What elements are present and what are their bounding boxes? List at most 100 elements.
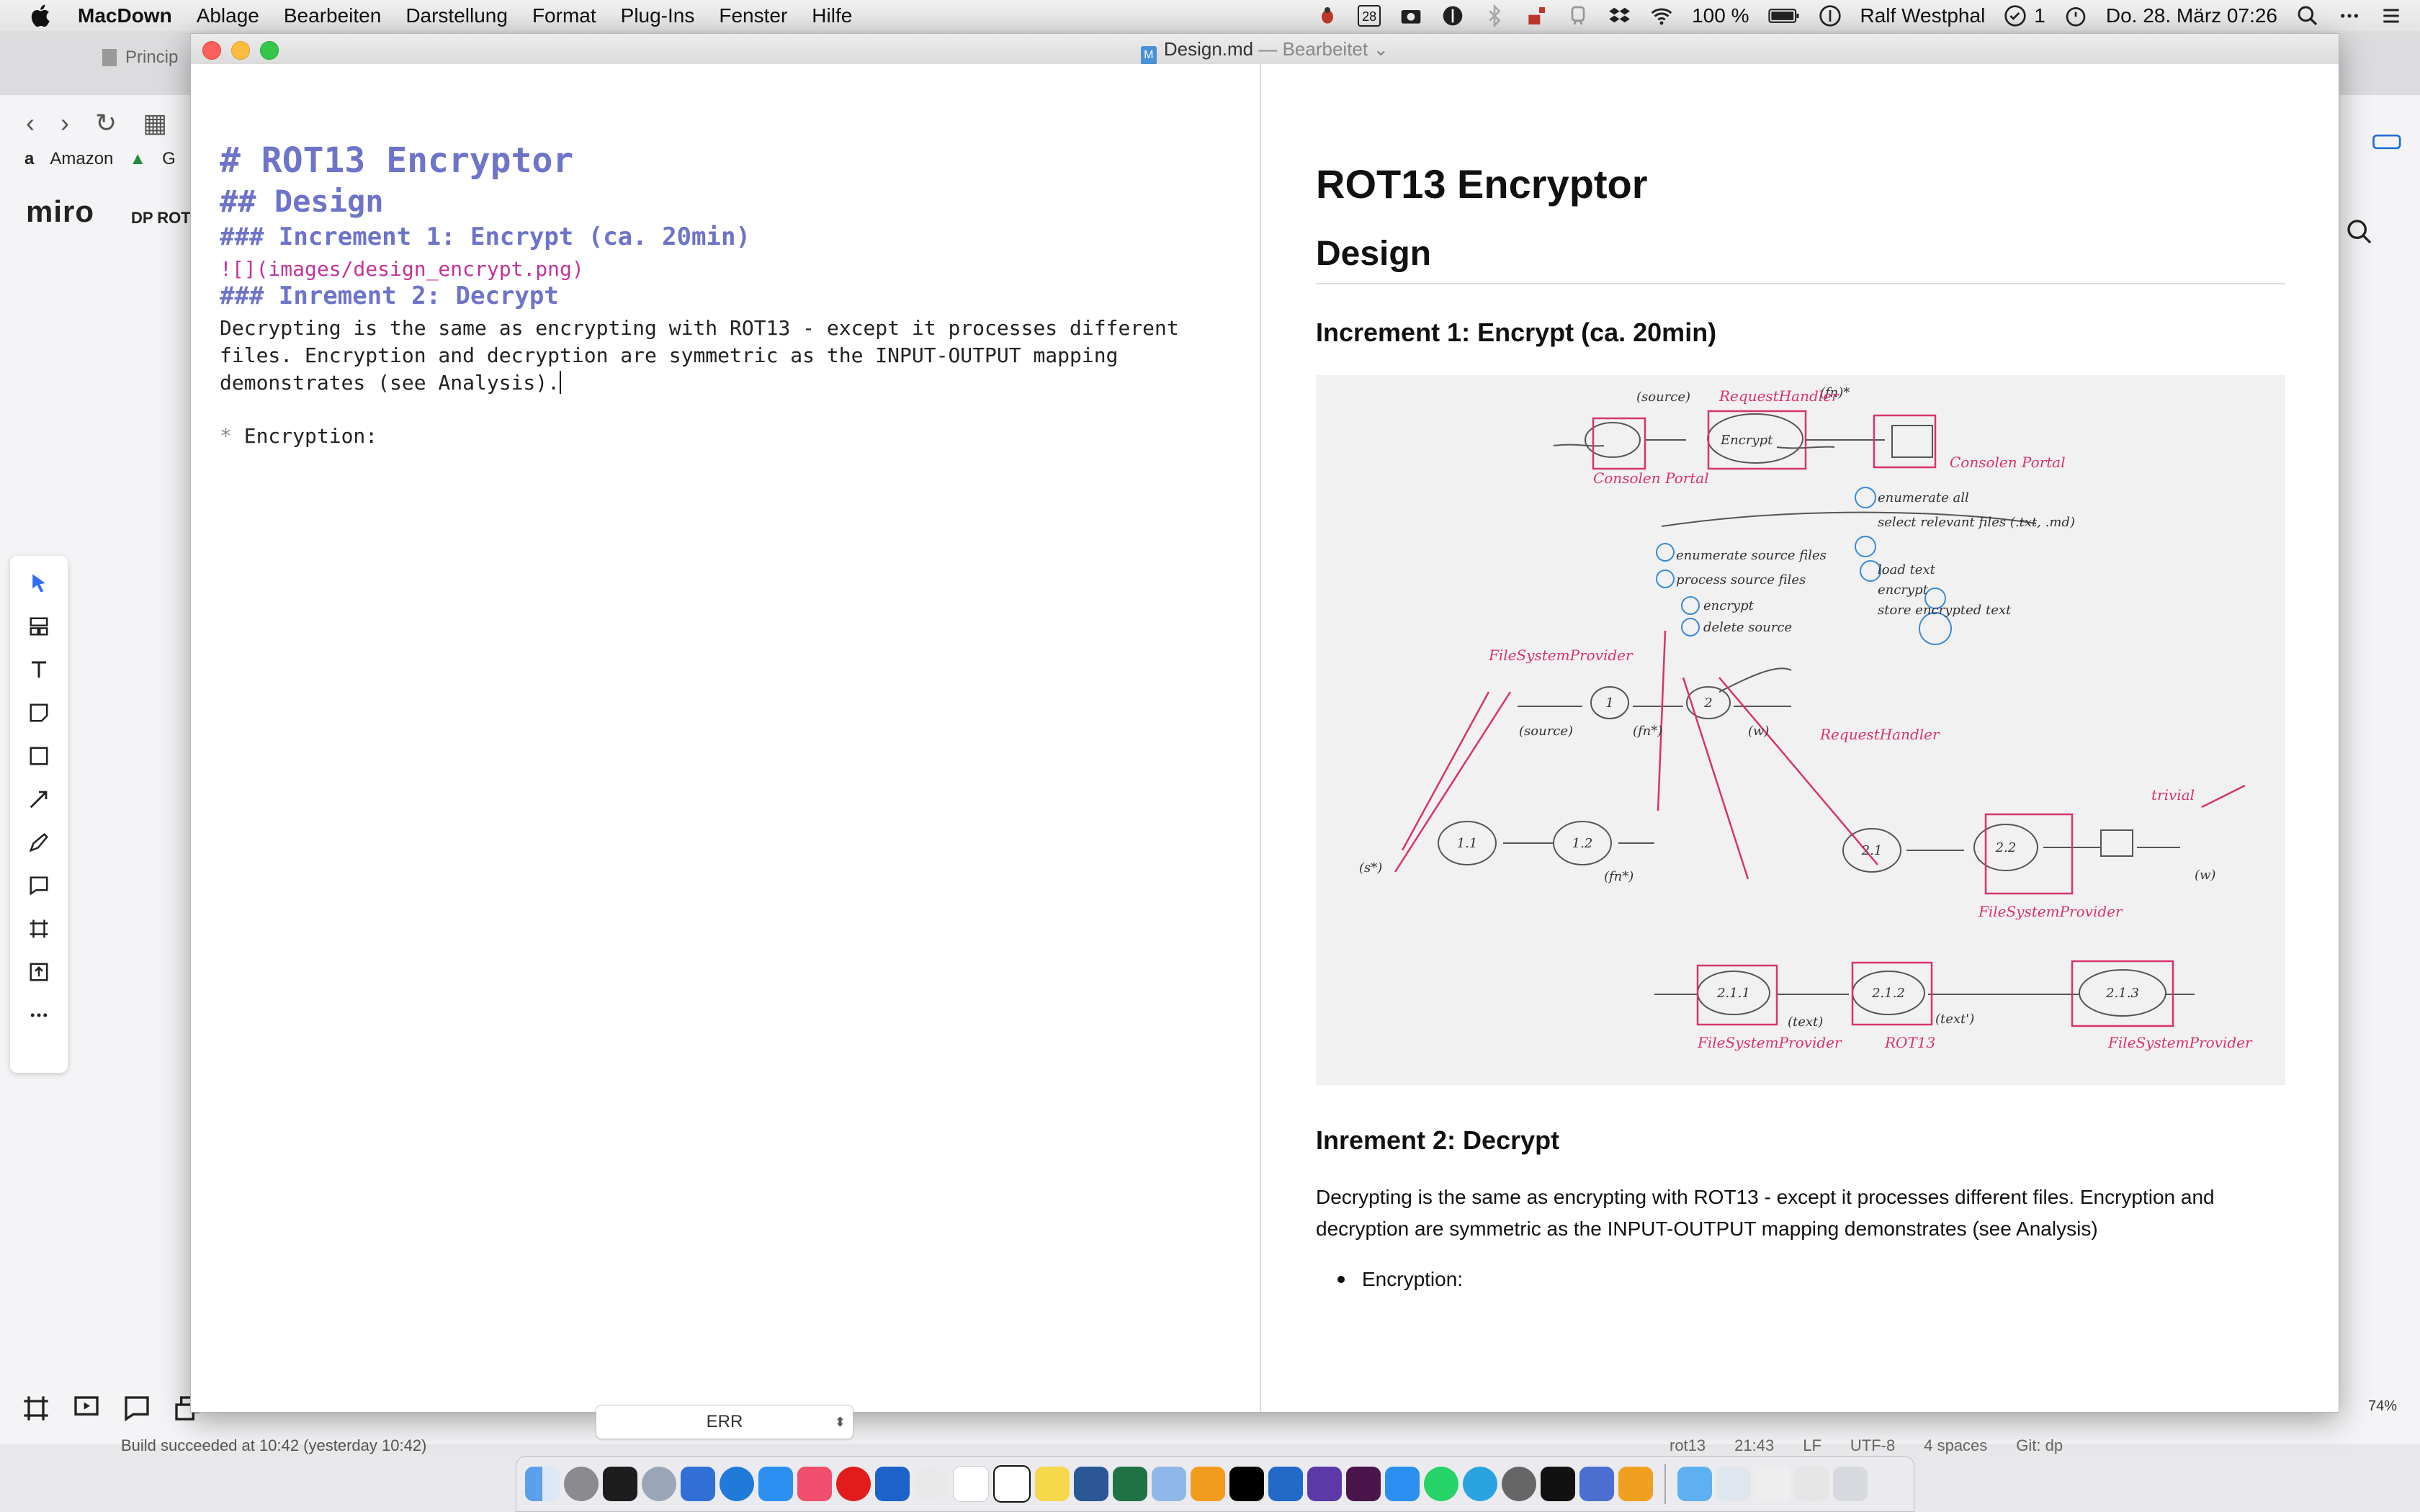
trash-icon[interactable] bbox=[1833, 1467, 1868, 1501]
excel-icon[interactable] bbox=[1113, 1467, 1147, 1501]
menu-ablage[interactable]: Ablage bbox=[197, 4, 259, 27]
menu-darstellung[interactable]: Darstellung bbox=[405, 4, 508, 27]
notion-icon[interactable] bbox=[993, 1465, 1031, 1503]
chevron-down-icon[interactable]: ⌄ bbox=[1373, 38, 1389, 60]
upload-icon[interactable] bbox=[24, 958, 53, 986]
downloads-stack-icon[interactable] bbox=[1716, 1467, 1751, 1501]
connector-icon[interactable] bbox=[24, 785, 53, 814]
timer-icon[interactable] bbox=[2064, 4, 2087, 27]
pages-icon[interactable] bbox=[1618, 1467, 1653, 1501]
terminal-icon[interactable] bbox=[1541, 1467, 1575, 1501]
rider-icon[interactable] bbox=[1229, 1467, 1264, 1501]
title-bar[interactable]: M Design.md — Bearbeitet ⌄ bbox=[191, 34, 2339, 65]
finder-icon[interactable] bbox=[525, 1467, 560, 1501]
frame-icon[interactable] bbox=[24, 914, 53, 943]
notification-center-icon[interactable] bbox=[2380, 4, 2403, 27]
menu-fenster[interactable]: Fenster bbox=[719, 4, 787, 27]
sticky-note-icon[interactable] bbox=[24, 698, 53, 727]
activity-monitor-icon[interactable] bbox=[603, 1467, 637, 1501]
folder-icon[interactable] bbox=[1677, 1467, 1712, 1501]
system-preferences-icon[interactable] bbox=[564, 1467, 599, 1501]
status-line-ending[interactable]: LF bbox=[1803, 1436, 1821, 1455]
status-git[interactable]: Git: dp bbox=[2016, 1436, 2063, 1455]
notes-icon[interactable] bbox=[1035, 1467, 1070, 1501]
apple-menu-icon[interactable] bbox=[29, 3, 55, 29]
status-encoding[interactable]: UTF-8 bbox=[1850, 1436, 1895, 1455]
camera-icon[interactable] bbox=[1399, 4, 1422, 27]
zoom-level[interactable]: 74% bbox=[2368, 1398, 2397, 1415]
screenshots-stack-icon[interactable] bbox=[1794, 1467, 1829, 1501]
macdown-app-icon[interactable] bbox=[1579, 1467, 1614, 1501]
grid-icon[interactable]: ▦ bbox=[143, 108, 167, 138]
forward-icon[interactable]: › bbox=[60, 108, 69, 138]
dropbox-icon[interactable] bbox=[1608, 4, 1631, 27]
status-select[interactable]: ERR ⬍ bbox=[596, 1405, 853, 1439]
sublime-icon[interactable] bbox=[1191, 1467, 1225, 1501]
menu-hilfe[interactable]: Hilfe bbox=[812, 4, 852, 27]
bluetooth-icon[interactable] bbox=[1483, 4, 1506, 27]
bookmark-amazon[interactable]: Amazon bbox=[50, 149, 113, 169]
status-position[interactable]: 21:43 bbox=[1734, 1436, 1774, 1455]
onepassword-app-icon[interactable] bbox=[720, 1467, 754, 1501]
comment-icon[interactable] bbox=[24, 871, 53, 900]
sketch-label-encrypt-text: encrypt bbox=[1878, 582, 1929, 598]
check-circle-icon[interactable] bbox=[2004, 4, 2027, 27]
menu-bearbeiten[interactable]: Bearbeiten bbox=[284, 4, 381, 27]
github-icon[interactable] bbox=[1307, 1467, 1342, 1501]
browser-tab[interactable]: Princip bbox=[101, 48, 178, 68]
sketch-node-2: 2 bbox=[1703, 696, 1712, 711]
menu-macdown[interactable]: MacDown bbox=[78, 4, 172, 27]
word-icon[interactable] bbox=[1074, 1467, 1108, 1501]
more-dots-icon[interactable] bbox=[2338, 4, 2361, 27]
preview-app-icon[interactable] bbox=[1152, 1467, 1186, 1501]
battery-icon[interactable] bbox=[1767, 4, 1800, 27]
search-icon[interactable] bbox=[2296, 4, 2319, 27]
select-tool-icon[interactable] bbox=[24, 569, 53, 598]
sketch-label-consolen-portal2: Consolen Portal bbox=[1950, 454, 2066, 471]
whatsapp-icon[interactable] bbox=[1424, 1467, 1458, 1501]
menu-format[interactable]: Format bbox=[532, 4, 596, 27]
sync-icon[interactable] bbox=[1502, 1467, 1536, 1501]
pen-icon[interactable] bbox=[24, 828, 53, 857]
frames-icon[interactable] bbox=[22, 1394, 50, 1423]
search-icon[interactable] bbox=[2345, 217, 2374, 246]
launchpad-icon[interactable] bbox=[642, 1467, 676, 1501]
miro-board-name[interactable]: DP ROT1 bbox=[131, 209, 200, 228]
tasks-icon[interactable] bbox=[914, 1467, 949, 1501]
clock-datetime[interactable]: Do. 28. März 07:26 bbox=[2106, 4, 2277, 27]
presentation-icon[interactable] bbox=[72, 1394, 101, 1423]
calendar-app-icon[interactable] bbox=[953, 1466, 989, 1502]
slack-s-icon[interactable] bbox=[681, 1467, 715, 1501]
window-edit-state[interactable]: — Bearbeitet bbox=[1258, 38, 1368, 60]
app-store-icon[interactable] bbox=[758, 1467, 793, 1501]
battery-percent[interactable]: 100 % bbox=[1692, 4, 1749, 27]
reload-icon[interactable]: ↻ bbox=[95, 108, 117, 138]
text-tool-icon[interactable] bbox=[24, 655, 53, 684]
bug-icon[interactable] bbox=[1316, 4, 1339, 27]
templates-icon[interactable] bbox=[24, 612, 53, 641]
menu-plugins[interactable]: Plug-Ins bbox=[621, 4, 695, 27]
documents-stack-icon[interactable] bbox=[1755, 1467, 1790, 1501]
shape-tool-icon[interactable] bbox=[24, 742, 53, 770]
shield-icon[interactable] bbox=[1441, 4, 1464, 27]
chat-icon[interactable] bbox=[122, 1394, 151, 1423]
bookmark-g[interactable]: G bbox=[162, 149, 176, 169]
mail-icon[interactable] bbox=[1385, 1467, 1420, 1501]
back-icon[interactable]: ‹ bbox=[26, 108, 35, 138]
calendar-icon[interactable]: 28 bbox=[1358, 5, 1381, 27]
slack-icon[interactable] bbox=[1346, 1467, 1381, 1501]
user-name[interactable]: Ralf Westphal bbox=[1860, 4, 1986, 27]
telegram-icon[interactable] bbox=[1463, 1467, 1497, 1501]
lock-icon[interactable] bbox=[1525, 4, 1548, 27]
markdown-editor[interactable]: # ROT13 Encryptor ## Design ### Incremen… bbox=[191, 64, 1261, 1439]
music-icon[interactable] bbox=[797, 1467, 832, 1501]
wifi-icon[interactable] bbox=[1650, 4, 1673, 27]
visual-studio-icon[interactable] bbox=[1268, 1467, 1303, 1501]
battery-widget-icon bbox=[2372, 134, 2401, 150]
onepassword-icon[interactable] bbox=[1819, 4, 1842, 27]
vpn-icon[interactable] bbox=[875, 1467, 910, 1501]
more-tools-icon[interactable] bbox=[24, 1001, 53, 1030]
opera-icon[interactable] bbox=[836, 1467, 871, 1501]
status-indent[interactable]: 4 spaces bbox=[1924, 1436, 1987, 1455]
train-icon[interactable] bbox=[1567, 4, 1590, 27]
